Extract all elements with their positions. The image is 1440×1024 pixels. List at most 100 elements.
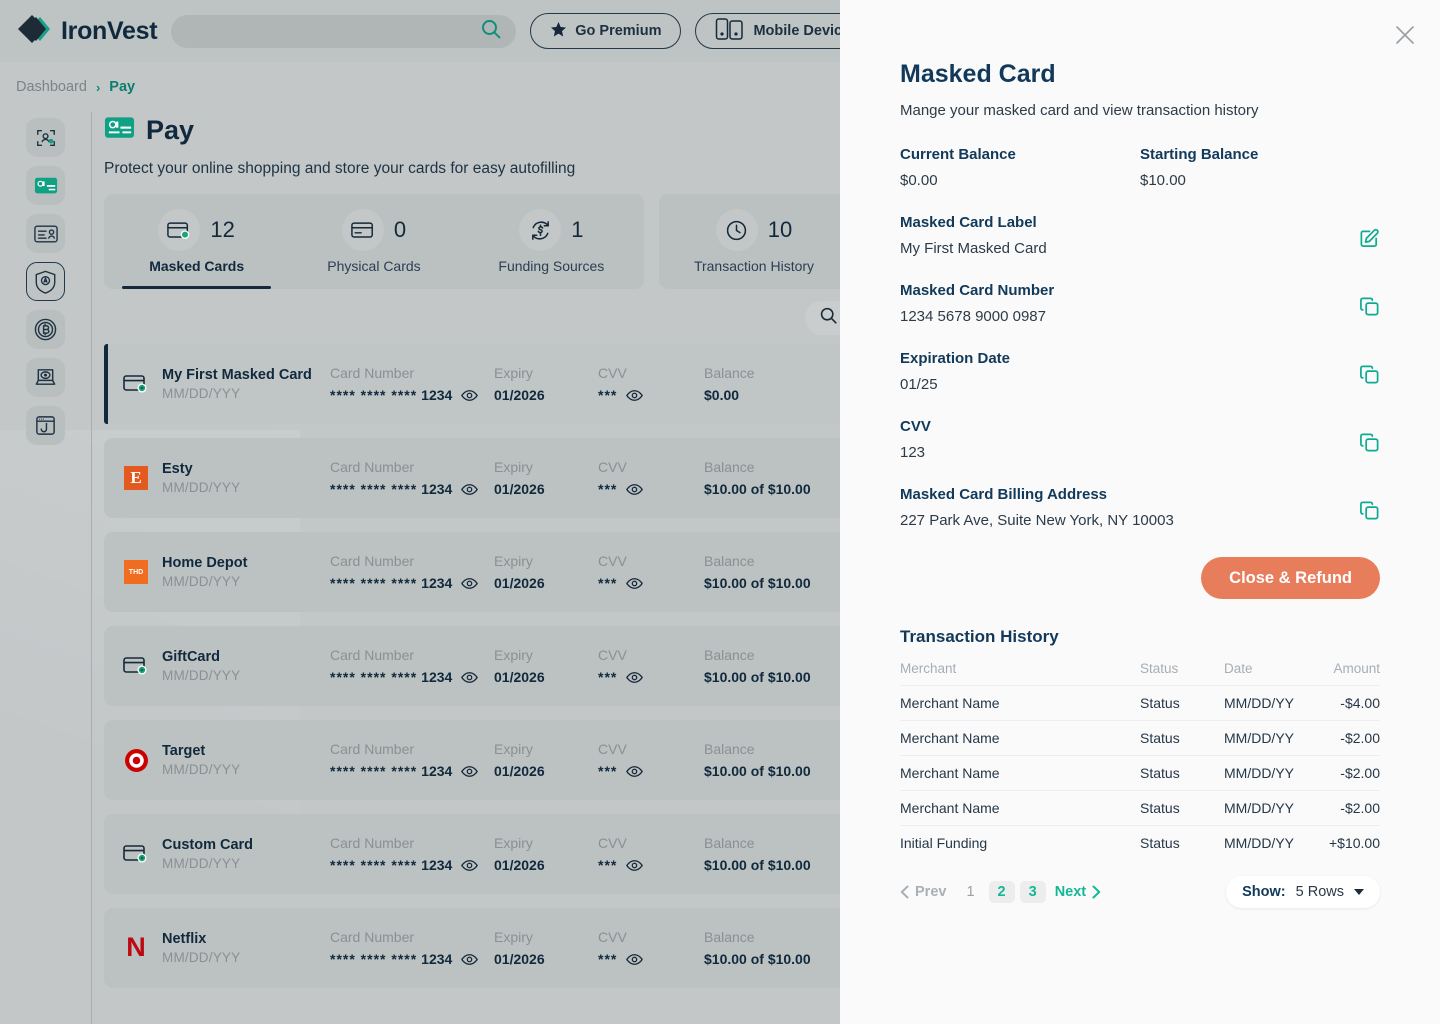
field-action-button[interactable] — [1358, 431, 1380, 453]
page-number-button[interactable]: 2 — [988, 881, 1015, 903]
transaction-amount: -$4.00 — [1316, 685, 1380, 721]
rows-per-page-value: 5 Rows — [1295, 884, 1344, 900]
reveal-eye-icon[interactable] — [626, 859, 644, 872]
sidebar-item-id-card[interactable] — [26, 214, 65, 253]
stat-transaction-history[interactable]: 10 Transaction History — [663, 194, 845, 289]
field-action-button[interactable] — [1358, 227, 1380, 249]
netflix-logo: N — [126, 932, 146, 963]
field-label: Expiration Date — [900, 350, 1011, 367]
copy-icon[interactable] — [1359, 296, 1380, 317]
transaction-row[interactable]: Initial Funding Status MM/DD/YY +$10.00 — [900, 825, 1380, 860]
reveal-eye-icon[interactable] — [461, 859, 479, 872]
cvv-mask: *** — [598, 763, 618, 779]
card-row-cvv-col: CVV *** — [598, 741, 704, 779]
cvv-label: CVV — [598, 835, 627, 851]
card-row[interactable]: GiftCard MM/DD/YYY Card Number **** **** **… — [104, 626, 864, 706]
chevron-right-icon — [1092, 885, 1101, 899]
edit-icon[interactable] — [1359, 228, 1380, 249]
card-row[interactable]: THD Home Depot MM/DD/YYY Card Number **** **… — [104, 532, 864, 612]
prev-page-button[interactable]: Prev — [900, 884, 946, 900]
sidebar-item-pay[interactable] — [26, 262, 65, 301]
close-icon[interactable] — [1392, 22, 1418, 48]
breadcrumb-dashboard[interactable]: Dashboard — [16, 79, 87, 95]
card-row[interactable]: Custom Card MM/DD/YYY Card Number **** ****… — [104, 814, 864, 894]
card-row-logo: E — [122, 466, 150, 490]
search-icon[interactable] — [819, 306, 838, 330]
reveal-eye-icon[interactable] — [626, 483, 644, 496]
transaction-status: Status — [1140, 790, 1224, 826]
reveal-eye-icon[interactable] — [626, 671, 644, 684]
card-row-identity: Home Depot MM/DD/YYY — [162, 555, 330, 589]
reveal-eye-icon[interactable] — [626, 765, 644, 778]
transaction-row[interactable]: Merchant Name Status MM/DD/YY -$2.00 — [900, 790, 1380, 826]
stat-funding-sources[interactable]: 1 Funding Sources — [463, 194, 640, 289]
reveal-eye-icon[interactable] — [626, 389, 644, 402]
reveal-eye-icon[interactable] — [626, 577, 644, 590]
search-input[interactable] — [185, 23, 481, 39]
card-row-logo — [122, 844, 150, 864]
stat-funding-sources-label: Funding Sources — [498, 258, 605, 274]
search-icon[interactable] — [480, 18, 502, 45]
reveal-eye-icon[interactable] — [461, 671, 479, 684]
field-action-button[interactable] — [1358, 363, 1380, 385]
card-row-identity: My First Masked Card MM/DD/YYY — [162, 367, 330, 401]
transaction-merchant: Merchant Name — [900, 720, 1140, 756]
brand-logo[interactable]: IronVest — [16, 13, 158, 50]
expiry-value: 01/2026 — [494, 669, 545, 685]
reveal-eye-icon[interactable] — [461, 483, 479, 496]
go-premium-button[interactable]: Go Premium — [530, 13, 682, 49]
card-row-expiry-col: Expiry 01/2026 — [494, 835, 598, 873]
stat-masked-cards[interactable]: 12 Masked Cards — [108, 194, 285, 289]
card-row-number-col: Card Number **** **** **** 1234 — [330, 835, 494, 873]
breadcrumb-pay[interactable]: Pay — [109, 79, 135, 95]
ironvest-diamond-logo-icon — [16, 13, 52, 50]
card-detail-field: CVV 123 — [900, 418, 1380, 461]
transaction-row[interactable]: Merchant Name Status MM/DD/YY -$2.00 — [900, 755, 1380, 791]
field-action-button[interactable] — [1358, 295, 1380, 317]
stat-physical-cards[interactable]: 0 Physical Cards — [285, 194, 462, 289]
cvv-label: CVV — [598, 741, 627, 757]
sidebar-item-cards[interactable] — [26, 166, 65, 205]
table-header-row: Merchant Status Date Amount — [900, 656, 1380, 686]
expiry-label: Expiry — [494, 647, 533, 663]
reveal-eye-icon[interactable] — [461, 577, 479, 590]
card-row-expiry-col: Expiry 01/2026 — [494, 365, 598, 403]
global-search[interactable] — [171, 14, 517, 48]
page-number-button[interactable]: 3 — [1019, 881, 1046, 903]
close-and-refund-button[interactable]: Close & Refund — [1201, 557, 1380, 599]
copy-icon[interactable] — [1359, 432, 1380, 453]
stat-physical-cards-label: Physical Cards — [327, 258, 421, 274]
card-row-logo: N — [122, 932, 150, 963]
card-row[interactable]: Target MM/DD/YYY Card Number **** **** ****… — [104, 720, 864, 800]
next-page-button[interactable]: Next — [1055, 884, 1101, 900]
masked-card-icon — [123, 845, 147, 863]
sidebar-item-phishing[interactable] — [26, 406, 65, 445]
transaction-amount: -$2.00 — [1316, 790, 1380, 826]
copy-icon[interactable] — [1359, 500, 1380, 521]
card-row[interactable]: My First Masked Card MM/DD/YYY Card Number… — [104, 344, 864, 424]
sidebar-item-crypto[interactable] — [26, 310, 65, 349]
rows-per-page-prefix: Show: — [1242, 884, 1286, 900]
reveal-eye-icon[interactable] — [461, 389, 479, 402]
field-value: 123 — [900, 444, 926, 461]
field-value: 1234 5678 9000 0987 — [900, 308, 1046, 325]
reveal-eye-icon[interactable] — [626, 953, 644, 966]
field-action-button[interactable] — [1358, 499, 1380, 521]
reveal-eye-icon[interactable] — [461, 765, 479, 778]
card-number-value: **** **** **** 1234 — [330, 951, 494, 967]
transaction-row[interactable]: Merchant Name Status MM/DD/YY -$4.00 — [900, 685, 1380, 721]
page-number-button[interactable]: 1 — [957, 881, 983, 903]
reveal-eye-icon[interactable] — [461, 953, 479, 966]
sidebar-item-webcam[interactable] — [26, 358, 65, 397]
starting-balance-label: Starting Balance — [1140, 146, 1259, 163]
transaction-status: Status — [1140, 825, 1224, 860]
copy-icon[interactable] — [1359, 364, 1380, 385]
card-row[interactable]: E Esty MM/DD/YYY Card Number **** **** **** 1… — [104, 438, 864, 518]
card-row-cvv-col: CVV *** — [598, 365, 704, 403]
card-row-cvv-col: CVV *** — [598, 459, 704, 497]
rows-per-page-select[interactable]: Show: 5 Rows — [1226, 876, 1380, 908]
cvv-mask: *** — [598, 857, 618, 873]
transaction-row[interactable]: Merchant Name Status MM/DD/YY -$2.00 — [900, 720, 1380, 756]
sidebar-item-identity[interactable] — [26, 118, 65, 157]
card-row[interactable]: N Netflix MM/DD/YYY Card Number **** **** **… — [104, 908, 864, 988]
